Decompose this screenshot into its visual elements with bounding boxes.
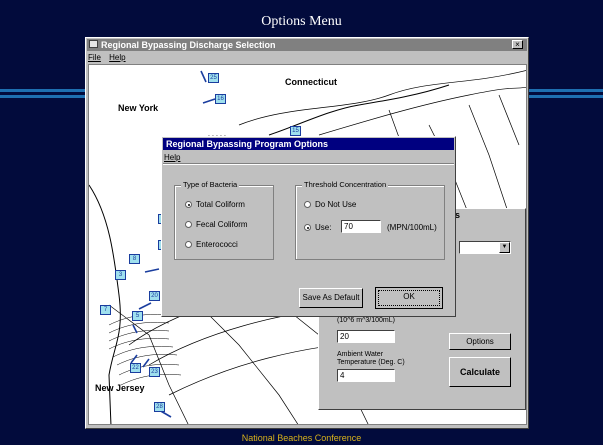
station-marker[interactable]: 25 [208, 73, 219, 83]
ok-button[interactable]: OK [375, 287, 443, 309]
radio-icon [304, 201, 311, 208]
station-marker[interactable]: 15 [290, 126, 301, 136]
threshold-unit: (MPN/100mL) [387, 223, 437, 232]
station-marker[interactable]: 20 [149, 291, 160, 301]
bacteria-groupbox: Type of Bacteria Total Coliform Fecal Co… [174, 180, 274, 260]
bacteria-legend: Type of Bacteria [181, 180, 240, 189]
station-marker[interactable]: 3 [115, 270, 126, 280]
station-marker[interactable]: 5 [132, 311, 143, 321]
radio-icon [185, 221, 192, 228]
menu-file[interactable]: File [88, 53, 101, 62]
radio-fecal-coliform[interactable]: Fecal Coliform [185, 220, 248, 229]
chevron-down-icon[interactable]: ▼ [499, 242, 510, 253]
radio-do-not-use[interactable]: Do Not Use [304, 200, 356, 209]
map-label-new-york: New York [118, 103, 159, 113]
close-icon: × [515, 40, 520, 49]
map-label-connecticut: Connecticut [285, 77, 338, 87]
station-marker[interactable]: 16 [215, 94, 226, 104]
radio-icon [185, 241, 192, 248]
station-marker[interactable]: 22 [130, 363, 141, 373]
main-window-title: Regional Bypassing Discharge Selection [101, 40, 276, 50]
temp-label-line2: Temperature (Deg. C) [337, 359, 405, 366]
station-marker[interactable]: 28 [154, 402, 165, 412]
dialog-menubar: Help [164, 153, 186, 162]
close-button[interactable]: × [512, 40, 523, 49]
temperature-field[interactable]: 4 [337, 369, 395, 382]
menu-divider [163, 163, 454, 165]
main-menubar: File Help [88, 53, 132, 62]
rate-field[interactable]: 20 [337, 330, 395, 343]
threshold-value-field[interactable]: 70 [341, 220, 381, 233]
map-label-new-jersey: New Jersey [95, 383, 145, 393]
temp-label-line1: Ambient Water [337, 351, 384, 358]
options-dialog: Regional Bypassing Program Options Help … [161, 136, 456, 317]
slide-footer: National Beaches Conference [241, 433, 362, 443]
dialog-title: Regional Bypassing Program Options [166, 139, 329, 149]
threshold-legend: Threshold Concentration [302, 180, 389, 189]
radio-enterococci[interactable]: Enterococci [185, 240, 238, 249]
menu-help[interactable]: Help [109, 53, 125, 62]
radio-selected-icon [304, 224, 311, 231]
radio-total-coliform[interactable]: Total Coliform [185, 200, 245, 209]
calculate-button[interactable]: Calculate [449, 357, 511, 387]
slide-title: Options Menu [261, 14, 342, 29]
app-icon [89, 40, 98, 48]
station-marker[interactable]: 8 [129, 254, 140, 264]
options-button[interactable]: Options [449, 333, 511, 350]
dialog-menu-help[interactable]: Help [164, 153, 180, 162]
radio-use[interactable]: Use: [304, 223, 331, 232]
rate-label: (10^6 m^3/100mL) [337, 317, 395, 324]
radio-selected-icon [185, 201, 192, 208]
discharge-select[interactable]: ▼ [459, 241, 511, 254]
station-marker[interactable]: 7 [100, 305, 111, 315]
station-marker[interactable]: 23 [149, 367, 160, 377]
threshold-groupbox: Threshold Concentration Do Not Use Use: … [295, 180, 445, 260]
dialog-titlebar[interactable]: Regional Bypassing Program Options [163, 138, 454, 150]
main-window-titlebar[interactable]: Regional Bypassing Discharge Selection [87, 39, 527, 51]
save-as-default-button[interactable]: Save As Default [299, 288, 363, 308]
